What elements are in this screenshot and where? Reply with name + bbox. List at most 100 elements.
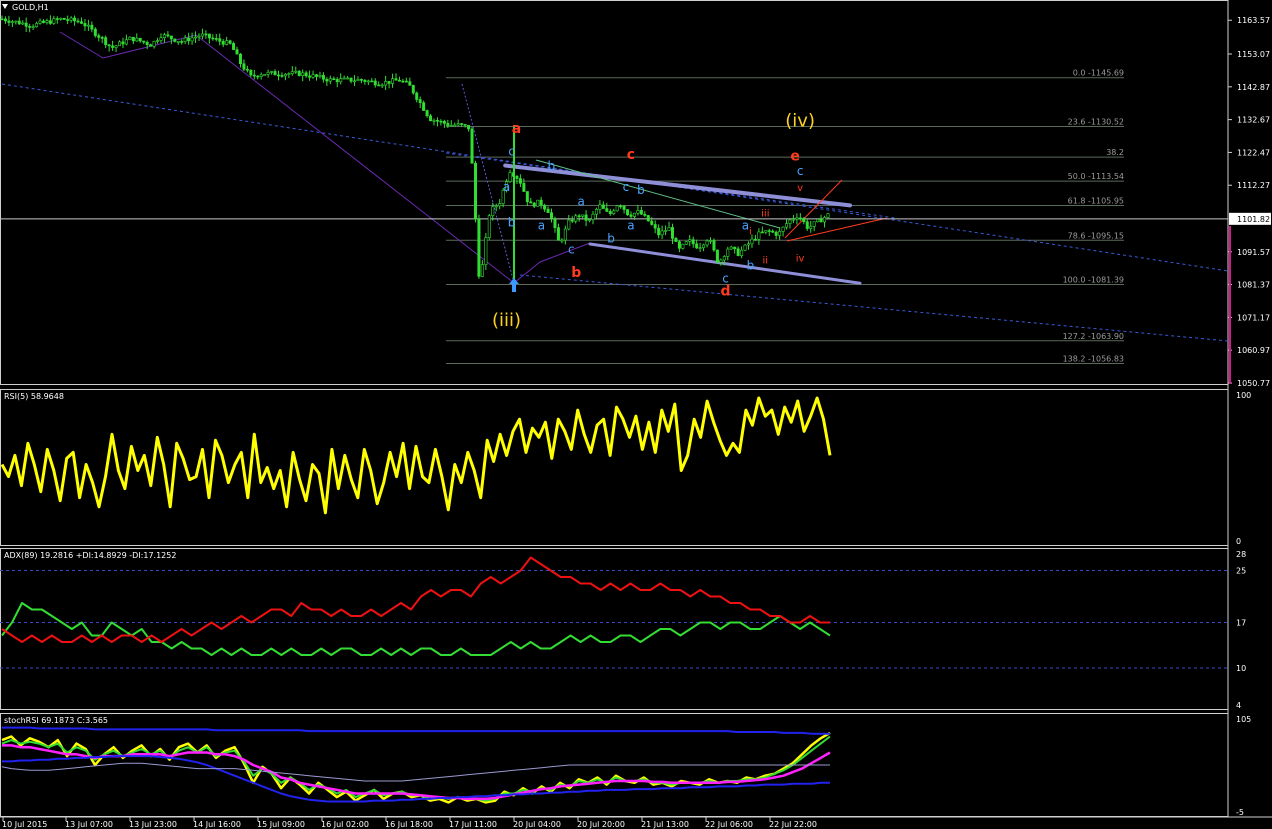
chart-title: GOLD,H1 bbox=[12, 3, 49, 12]
time-tick-label-5: 16 Jul 02:00 bbox=[321, 820, 369, 829]
price-candle-body bbox=[346, 77, 350, 80]
price-candle-body bbox=[698, 247, 702, 249]
price-candle-body bbox=[304, 72, 308, 77]
price-candle-body bbox=[142, 40, 146, 43]
price-candle-body bbox=[463, 124, 467, 126]
price-candle-body bbox=[470, 128, 474, 164]
price-candle-body bbox=[657, 227, 661, 236]
price-candle-body bbox=[612, 210, 616, 214]
price-candle-body bbox=[162, 34, 166, 39]
wave-label-5: d bbox=[720, 283, 730, 299]
price-candle-body bbox=[55, 18, 59, 20]
price-candle-body bbox=[494, 205, 498, 208]
fib-label-4: 61.8 -1105.95 bbox=[1068, 197, 1124, 206]
price-candle-body bbox=[38, 20, 42, 24]
wave-label-8: a bbox=[503, 180, 510, 194]
wave-label-17: b bbox=[637, 183, 645, 197]
time-tick-label-9: 20 Jul 20:00 bbox=[577, 820, 625, 829]
price-candle-body bbox=[477, 218, 481, 277]
indicator-title-3: stochRSI 69.1873 C:3.565 bbox=[4, 716, 108, 725]
price-candle-body bbox=[353, 80, 357, 83]
price-candle-body bbox=[546, 208, 550, 213]
price-candle-body bbox=[456, 123, 460, 126]
price-candle-body bbox=[194, 36, 198, 39]
price-candle-body bbox=[135, 37, 139, 42]
time-tick-label-1: 13 Jul 07:00 bbox=[65, 820, 113, 829]
price-tick-label-4: 1122.47 bbox=[1237, 148, 1270, 157]
price-candle-body bbox=[287, 73, 291, 75]
wave-label-0: (iii) bbox=[492, 310, 521, 331]
price-candle-body bbox=[187, 37, 191, 42]
price-candle-body bbox=[218, 38, 222, 42]
price-candle-body bbox=[173, 38, 177, 42]
wave-label-10: b bbox=[548, 159, 556, 173]
price-candle-body bbox=[21, 22, 25, 25]
price-candle-body bbox=[252, 74, 256, 77]
price-candle-body bbox=[200, 33, 204, 37]
price-candle-body bbox=[124, 39, 128, 45]
price-candle-body bbox=[532, 202, 536, 207]
price-candle-body bbox=[522, 183, 526, 192]
price-candle-body bbox=[235, 49, 239, 55]
price-candle-body bbox=[553, 218, 557, 228]
time-tick-label-4: 15 Jul 09:00 bbox=[257, 820, 305, 829]
price-candle-body bbox=[560, 239, 564, 242]
price-candle-body bbox=[719, 259, 723, 263]
price-candle-body bbox=[515, 176, 519, 179]
price-candle-body bbox=[301, 72, 305, 76]
price-candle-body bbox=[816, 218, 820, 223]
price-candle-body bbox=[104, 37, 108, 46]
price-candle-body bbox=[270, 71, 274, 73]
price-candle-body bbox=[439, 120, 443, 123]
price-candle-body bbox=[159, 37, 163, 41]
time-tick-label-2: 13 Jul 23:00 bbox=[129, 820, 177, 829]
price-candle-body bbox=[401, 80, 405, 83]
price-candle-body bbox=[726, 248, 730, 257]
price-tick-label-2: 1142.87 bbox=[1237, 83, 1270, 92]
wave-label-12: a bbox=[578, 194, 585, 208]
price-candle-body bbox=[826, 213, 830, 218]
price-candle-body bbox=[491, 206, 495, 216]
price-candle-body bbox=[529, 201, 533, 204]
price-candle-body bbox=[97, 35, 101, 38]
price-candle-body bbox=[812, 221, 816, 227]
price-candle-body bbox=[425, 110, 429, 117]
price-candle-body bbox=[35, 23, 39, 27]
price-tick-label-9: 1071.17 bbox=[1237, 313, 1270, 322]
price-candle-body bbox=[180, 41, 184, 43]
price-candle-body bbox=[221, 40, 225, 45]
price-candle-body bbox=[702, 244, 706, 248]
price-candle-body bbox=[677, 241, 681, 249]
price-candle-body bbox=[280, 75, 284, 77]
price-candle-body bbox=[214, 38, 218, 40]
price-candle-body bbox=[581, 214, 585, 217]
price-candle-body bbox=[370, 80, 374, 83]
price-candle-body bbox=[598, 204, 602, 210]
price-candle-body bbox=[591, 213, 595, 220]
indicator-2-tick-3: 10 bbox=[1236, 664, 1246, 673]
price-candle-body bbox=[712, 240, 716, 251]
price-candle-body bbox=[805, 221, 809, 229]
chart-canvas: 1163.57 1153.07 1142.87 1132.67 1122.47 1112.… bbox=[0, 0, 1272, 829]
price-candle-body bbox=[321, 75, 325, 80]
current-price-label: 1101.82 bbox=[1237, 215, 1270, 224]
price-candle-body bbox=[263, 74, 267, 76]
price-candle-body bbox=[639, 210, 643, 215]
price-candle-body bbox=[791, 218, 795, 221]
price-candle-body bbox=[442, 120, 446, 124]
price-candle-body bbox=[349, 77, 353, 82]
price-candle-body bbox=[380, 84, 384, 87]
price-candle-body bbox=[674, 238, 678, 242]
time-tick-label-11: 22 Jul 06:00 bbox=[705, 820, 753, 829]
price-candle-body bbox=[166, 34, 170, 37]
price-candle-body bbox=[681, 243, 685, 249]
price-candle-body bbox=[377, 84, 381, 87]
price-candle-body bbox=[0, 18, 4, 21]
price-candle-body bbox=[145, 41, 149, 45]
price-candle-body bbox=[238, 53, 242, 65]
price-candle-body bbox=[556, 227, 560, 241]
price-candle-body bbox=[356, 79, 360, 82]
price-tick-label-3: 1132.67 bbox=[1237, 116, 1270, 125]
price-candle-body bbox=[774, 231, 778, 236]
price-candle-body bbox=[90, 24, 94, 30]
